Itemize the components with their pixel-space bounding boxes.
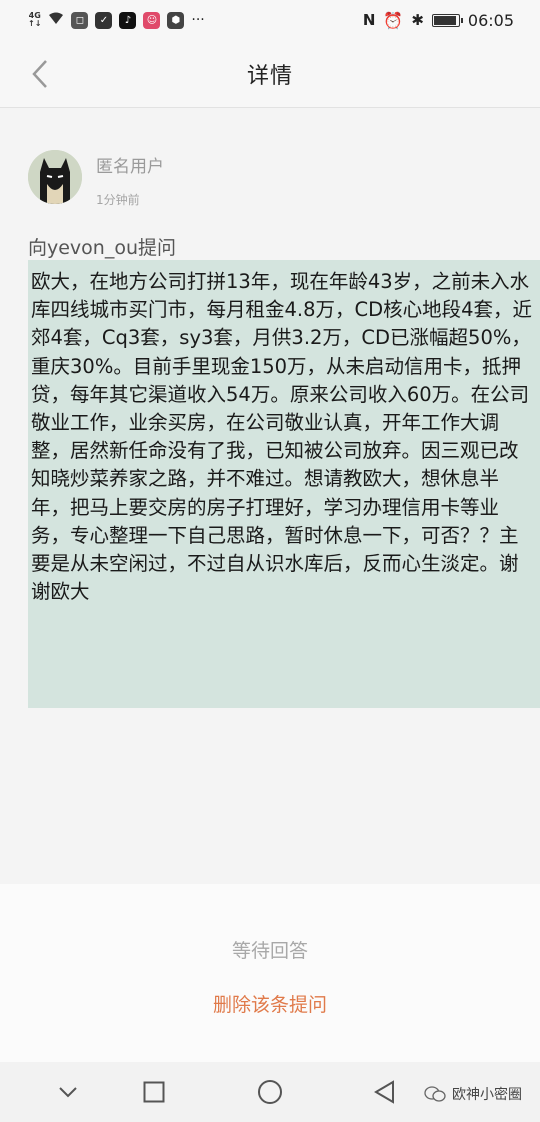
asker-info: 匿名用户 1分钟前 [28, 150, 164, 208]
wechat-icon [424, 1086, 446, 1102]
watermark: 欧神小密圈 [424, 1084, 522, 1104]
ask-to-label: 向yevon_ou提问 [28, 237, 177, 259]
signal-indicator: 4G ↑↓ [28, 11, 42, 28]
batman-avatar-icon [28, 150, 82, 204]
user-name: 匿名用户 [96, 157, 164, 177]
status-bar: 4G ↑↓ ◻ ✓ ♪ ☺ ⬢ ··· N ⏰ ✱ 06:05 [0, 0, 540, 40]
circle-icon [258, 1080, 282, 1104]
nav-collapse-button[interactable] [50, 1074, 86, 1110]
post-time: 1分钟前 [96, 193, 140, 207]
nfc-icon: N [362, 11, 376, 29]
answer-status: 等待回答 [231, 940, 308, 962]
back-button[interactable] [20, 54, 60, 94]
delete-question-button[interactable]: 删除该条提问 [0, 990, 540, 1017]
shield-icon: ✓ [95, 11, 113, 29]
page-title: 详情 [246, 63, 293, 89]
clock: 06:05 [467, 10, 514, 30]
watermark-text: 欧神小密圈 [452, 1087, 522, 1103]
tiktok-icon: ♪ [119, 11, 137, 29]
chevron-down-icon [59, 1087, 77, 1098]
wifi-icon [48, 11, 64, 29]
action-panel: 等待回答 删除该条提问 [0, 884, 540, 1062]
bluetooth-icon: ✱ [411, 11, 424, 29]
app-icon-1: ◻ [71, 11, 89, 29]
avatar[interactable] [28, 150, 82, 204]
square-icon [143, 1081, 165, 1103]
baby-icon: ☺ [143, 11, 161, 29]
system-nav-bar: 欧神小密圈 [0, 1062, 540, 1122]
app-icon-2: ⬢ [167, 11, 185, 29]
nav-home-button[interactable] [252, 1074, 288, 1110]
nav-back-button[interactable] [366, 1074, 402, 1110]
question-detail: 匿名用户 1分钟前 向yevon_ou提问 欧大，在地方公司打拼13年，现在年龄… [0, 108, 540, 884]
question-body: 欧大，在地方公司打拼13年，现在年龄43岁，之前未入水库四线城市买门市，每月租金… [28, 260, 540, 708]
triangle-back-icon [374, 1080, 394, 1104]
battery-icon [431, 13, 463, 27]
alarm-icon: ⏰ [383, 10, 404, 30]
chevron-left-icon [32, 60, 47, 88]
header: 详情 [0, 40, 540, 108]
more-notifications: ··· [191, 12, 205, 28]
nav-recents-button[interactable] [136, 1074, 172, 1110]
